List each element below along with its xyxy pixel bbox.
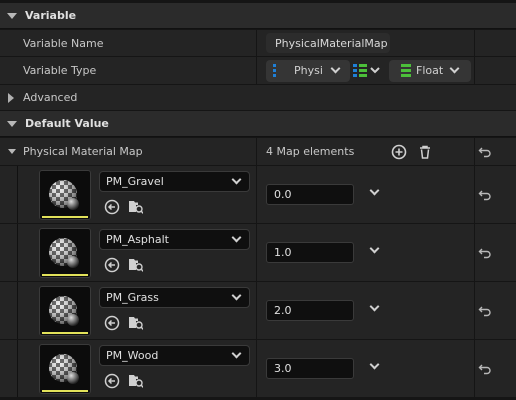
map-element-row: PM_Gravel 0.0 xyxy=(0,166,516,224)
chevron-down-icon xyxy=(231,232,242,243)
key-select[interactable]: PM_Asphalt xyxy=(99,229,250,250)
material-sphere-icon xyxy=(49,296,79,326)
element-value: 2.0 xyxy=(274,304,292,317)
material-thumbnail[interactable] xyxy=(39,228,91,278)
map-element-row: PM_Grass 2.0 xyxy=(0,282,516,340)
thumbnail-underline xyxy=(42,274,88,276)
material-sphere-icon xyxy=(49,354,79,384)
variable-type-label: Variable Type xyxy=(23,64,97,77)
map-header-row: Physical Material Map 4 Map elements xyxy=(0,138,516,166)
arrow-left-circle-icon[interactable] xyxy=(104,315,120,331)
collapse-triangle-icon[interactable] xyxy=(7,12,17,19)
key-type-pin-icon xyxy=(273,64,276,78)
material-sphere-icon xyxy=(49,180,79,210)
reset-arrow-icon[interactable] xyxy=(478,145,492,159)
element-value: 3.0 xyxy=(274,362,292,375)
element-value: 0.0 xyxy=(274,188,292,201)
folder-search-icon[interactable] xyxy=(127,372,143,388)
advanced-row[interactable]: Advanced xyxy=(0,85,516,111)
value-type-combo[interactable]: Float xyxy=(389,60,471,82)
value-type-pin-icon xyxy=(401,64,411,78)
trash-icon[interactable] xyxy=(417,144,433,160)
value-field[interactable]: 0.0 xyxy=(266,184,354,205)
key-value: PM_Grass xyxy=(106,291,159,304)
thumbnail-underline xyxy=(42,216,88,218)
key-value: PM_Gravel xyxy=(106,175,164,188)
category-default-value-label: Default Value xyxy=(25,117,109,130)
key-select[interactable]: PM_Grass xyxy=(99,287,250,308)
arrow-left-circle-icon[interactable] xyxy=(104,257,120,273)
container-type-button[interactable] xyxy=(352,63,384,79)
material-thumbnail[interactable] xyxy=(39,344,91,394)
reset-arrow-icon[interactable] xyxy=(478,246,492,260)
folder-search-icon[interactable] xyxy=(127,198,143,214)
chevron-down-icon[interactable] xyxy=(369,359,380,370)
element-value: 1.0 xyxy=(274,246,292,259)
key-select[interactable]: PM_Gravel xyxy=(99,171,250,192)
folder-search-icon[interactable] xyxy=(127,314,143,330)
key-type-combo[interactable]: Physi xyxy=(266,60,350,82)
chevron-down-icon xyxy=(231,290,242,301)
map-label: Physical Material Map xyxy=(23,145,143,158)
expand-triangle-icon[interactable] xyxy=(8,93,14,103)
folder-search-icon[interactable] xyxy=(127,256,143,272)
material-thumbnail[interactable] xyxy=(39,170,91,220)
category-variable-label: Variable xyxy=(25,9,77,22)
variable-name-value: PhysicalMaterialMap xyxy=(275,36,388,50)
material-sphere-icon xyxy=(49,238,79,268)
collapse-triangle-icon[interactable] xyxy=(8,149,16,154)
category-default-value[interactable]: Default Value xyxy=(0,111,516,137)
category-variable[interactable]: Variable xyxy=(0,3,516,29)
value-field[interactable]: 2.0 xyxy=(266,300,354,321)
arrow-left-circle-icon[interactable] xyxy=(104,199,120,215)
value-field[interactable]: 1.0 xyxy=(266,242,354,263)
key-value: PM_Wood xyxy=(106,349,159,362)
chevron-down-icon xyxy=(231,348,242,359)
chevron-down-icon[interactable] xyxy=(369,185,380,196)
key-type-value: Physi xyxy=(294,64,323,77)
value-field[interactable]: 3.0 xyxy=(266,358,354,379)
key-select[interactable]: PM_Wood xyxy=(99,345,250,366)
chevron-down-icon xyxy=(231,174,242,185)
variable-name-label: Variable Name xyxy=(23,37,104,50)
thumbnail-underline xyxy=(42,332,88,334)
collapse-triangle-icon[interactable] xyxy=(7,120,17,127)
reset-arrow-icon[interactable] xyxy=(478,304,492,318)
reset-arrow-icon[interactable] xyxy=(478,188,492,202)
plus-circle-icon[interactable] xyxy=(391,144,407,160)
thumbnail-underline xyxy=(42,390,88,392)
advanced-label: Advanced xyxy=(23,91,78,104)
reset-arrow-icon[interactable] xyxy=(478,362,492,376)
key-value: PM_Asphalt xyxy=(106,233,169,246)
map-element-row: PM_Wood 3.0 xyxy=(0,340,516,398)
value-type-value: Float xyxy=(416,64,444,77)
variable-type-row: Variable Type Physi Float xyxy=(0,57,516,85)
map-count: 4 Map elements xyxy=(266,145,355,158)
chevron-down-icon[interactable] xyxy=(369,301,380,312)
chevron-down-icon xyxy=(449,63,460,74)
material-thumbnail[interactable] xyxy=(39,286,91,336)
arrow-left-circle-icon[interactable] xyxy=(104,373,120,389)
map-container-icon xyxy=(353,64,380,77)
chevron-down-icon xyxy=(330,63,341,74)
variable-name-field[interactable]: PhysicalMaterialMap xyxy=(266,33,390,53)
chevron-down-icon[interactable] xyxy=(369,243,380,254)
variable-name-row: Variable Name PhysicalMaterialMap xyxy=(0,30,516,57)
map-element-row: PM_Asphalt 1.0 xyxy=(0,224,516,282)
